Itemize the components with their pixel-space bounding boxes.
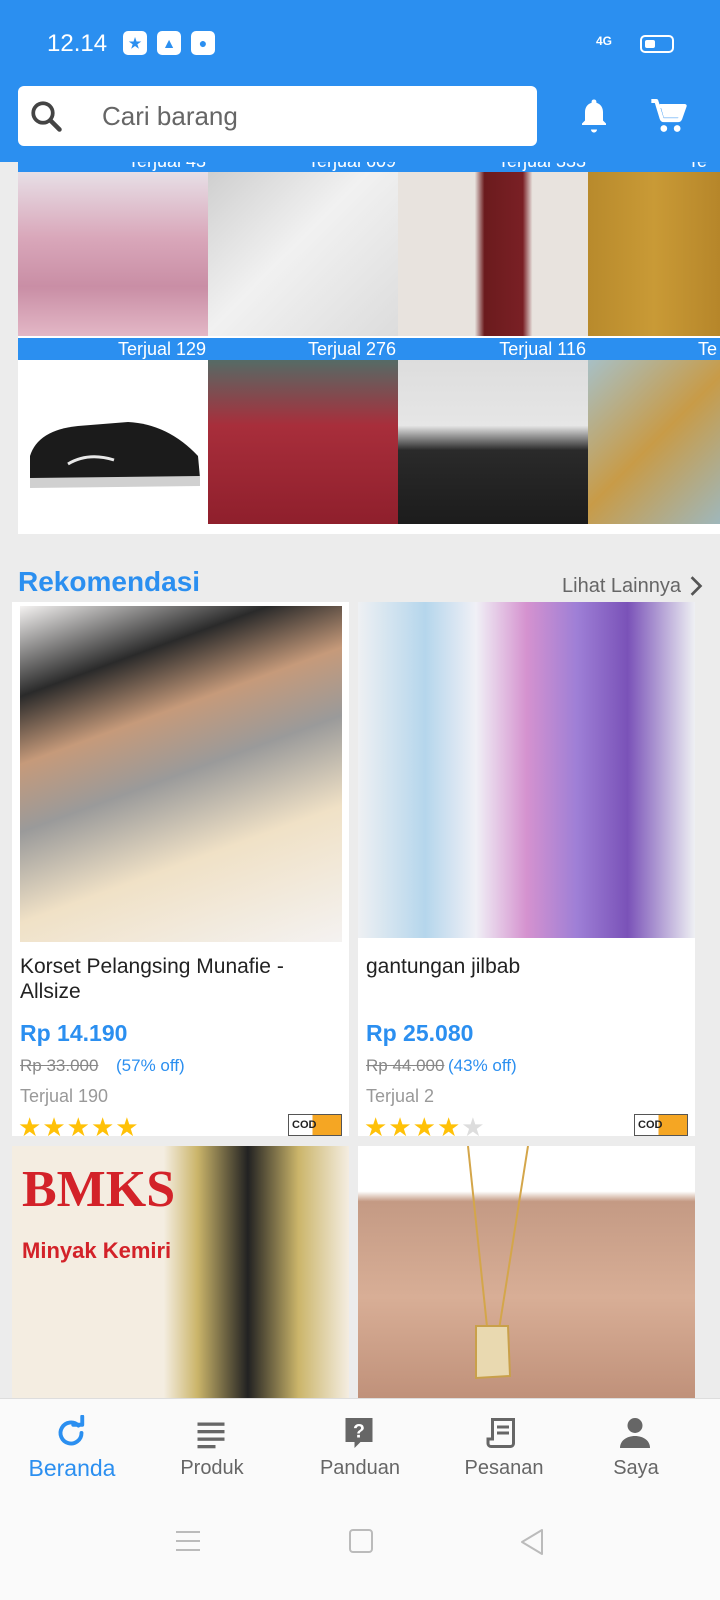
product-tile[interactable]: Terjual 116 bbox=[398, 338, 590, 524]
tile-sold-label: Terjual 116 bbox=[398, 338, 590, 360]
bmks-product-image: BMKS Minyak Kemiri bbox=[12, 1146, 349, 1398]
menu-icon[interactable] bbox=[174, 1528, 202, 1554]
nav-item-panduan[interactable]: ? Panduan bbox=[288, 1399, 432, 1503]
tile-sold-label: Te bbox=[588, 162, 720, 172]
product-sold-count: Terjual 2 bbox=[366, 1086, 435, 1106]
battery-icon bbox=[640, 35, 674, 53]
tile-sold-label: Terjual 333 bbox=[398, 162, 590, 172]
product-card[interactable] bbox=[358, 1146, 695, 1398]
red-cardigan-image bbox=[208, 360, 400, 524]
product-name: gantungan jilbab bbox=[366, 955, 521, 978]
brand-logo-text: BMKS bbox=[22, 1161, 176, 1218]
android-icon: ▲ bbox=[157, 31, 181, 55]
status-bar: 12.14 ★ ▲ ● 4G bbox=[0, 0, 720, 84]
record-app-icon: ● bbox=[191, 31, 215, 55]
product-old-price: Rp 44.000 bbox=[366, 1056, 445, 1075]
korset-product-image bbox=[20, 606, 342, 942]
tile-sold-label: Terjual 43 bbox=[18, 162, 210, 172]
product-discount: (43% off) bbox=[448, 1056, 517, 1075]
star-icon: ★ bbox=[42, 1112, 67, 1136]
app-header: 12.14 ★ ▲ ● 4G bbox=[0, 0, 720, 162]
star-icon: ★ bbox=[364, 1112, 389, 1136]
product-sold-count: Terjual 190 bbox=[20, 1086, 109, 1106]
rating-stars: ★★★★★ bbox=[364, 1112, 486, 1136]
receipt-icon bbox=[486, 1418, 515, 1448]
product-card[interactable]: BMKS Minyak Kemiri bbox=[12, 1146, 349, 1398]
star-icon: ★ bbox=[90, 1112, 116, 1136]
list-icon bbox=[197, 1422, 225, 1449]
nav-label: Saya bbox=[613, 1457, 659, 1479]
nav-item-beranda[interactable]: Beranda bbox=[0, 1399, 144, 1503]
perfume-bottles-image bbox=[588, 360, 720, 524]
tile-sold-label: Te bbox=[588, 338, 720, 360]
nav-label: Panduan bbox=[319, 1457, 401, 1479]
search-icon bbox=[31, 101, 62, 132]
bottom-navigation: Beranda Produk ? Panduan Pesanan Saya bbox=[0, 1398, 720, 1502]
maroon-dress-image bbox=[398, 172, 590, 336]
refresh-icon bbox=[58, 1415, 85, 1446]
star-icon: ★ bbox=[412, 1112, 437, 1136]
product-tile[interactable]: Terjual 333 bbox=[398, 162, 590, 336]
cod-badge: COD bbox=[288, 1114, 342, 1136]
white-sneakers-image bbox=[208, 172, 400, 336]
product-price: Rp 14.190 bbox=[20, 1020, 128, 1046]
product-card[interactable]: gantungan jilbab Rp 25.080 Rp 44.000 (43… bbox=[358, 602, 695, 1136]
product-tile[interactable]: Terjual 129 bbox=[18, 338, 210, 524]
product-price: Rp 25.080 bbox=[366, 1020, 474, 1046]
product-tile[interactable]: Terjual 609 bbox=[208, 162, 400, 336]
nav-label: Produk bbox=[180, 1457, 244, 1479]
tile-sold-label: Terjual 609 bbox=[208, 162, 400, 172]
cart-icon[interactable] bbox=[648, 96, 688, 136]
status-time: 12.14 bbox=[47, 30, 108, 57]
rating-stars: ★★★★★ bbox=[18, 1112, 140, 1136]
chevron-right-icon[interactable] bbox=[688, 575, 704, 597]
product-name: Korset Pelangsing Munafie - Allsize bbox=[20, 955, 284, 1003]
product-card[interactable]: Korset Pelangsing Munafie - Allsize Rp 1… bbox=[12, 602, 349, 1136]
star-app-icon: ★ bbox=[123, 31, 147, 55]
product-tile[interactable]: Te bbox=[588, 162, 720, 336]
see-more-link[interactable]: Lihat Lainnya bbox=[562, 575, 681, 598]
product-tile[interactable]: Terjual 43 bbox=[18, 162, 210, 336]
nav-item-produk[interactable]: Produk bbox=[140, 1399, 284, 1503]
nav-label: Beranda bbox=[28, 1455, 116, 1481]
star-icon: ★ bbox=[388, 1112, 413, 1136]
gold-necklace-image bbox=[358, 1146, 695, 1398]
nav-item-saya[interactable]: Saya bbox=[564, 1399, 708, 1503]
product-tagline: Minyak Kemiri bbox=[22, 1238, 172, 1263]
search-input[interactable] bbox=[102, 100, 522, 132]
help-icon: ? bbox=[345, 1418, 373, 1448]
nav-item-pesanan[interactable]: Pesanan bbox=[432, 1399, 576, 1503]
home-icon[interactable] bbox=[348, 1528, 374, 1554]
svg-text:?: ? bbox=[353, 1421, 365, 1443]
black-shoes-image bbox=[18, 360, 210, 524]
star-icon: ★ bbox=[115, 1112, 140, 1136]
pink-dress-image bbox=[18, 172, 210, 336]
star-icon: ★ bbox=[436, 1112, 462, 1136]
hijab-hanger-image bbox=[358, 602, 695, 938]
back-icon[interactable] bbox=[518, 1528, 546, 1556]
search-bar[interactable] bbox=[18, 86, 537, 146]
black-handbag-image bbox=[398, 360, 590, 524]
star-empty-icon: ★ bbox=[461, 1112, 486, 1136]
person-icon bbox=[620, 1418, 650, 1448]
product-tile[interactable]: Te bbox=[588, 338, 720, 524]
nav-label: Pesanan bbox=[464, 1457, 544, 1479]
mustard-outfit-image bbox=[588, 172, 720, 336]
product-tile[interactable]: Terjual 276 bbox=[208, 338, 400, 524]
system-navigation-bar bbox=[0, 1502, 720, 1600]
product-discount: (57% off) bbox=[116, 1056, 185, 1075]
bell-icon[interactable] bbox=[576, 96, 612, 136]
tile-sold-label: Terjual 276 bbox=[208, 338, 400, 360]
popular-products-grid: Terjual 43 Terjual 609 Terjual 333 Te Te… bbox=[18, 162, 720, 534]
star-icon: ★ bbox=[18, 1112, 43, 1136]
product-old-price: Rp 33.000 bbox=[20, 1056, 99, 1075]
cod-badge: COD bbox=[634, 1114, 688, 1136]
network-indicator: 4G bbox=[596, 34, 613, 48]
star-icon: ★ bbox=[66, 1112, 91, 1136]
section-title: Rekomendasi bbox=[18, 566, 201, 597]
tile-sold-label: Terjual 129 bbox=[18, 338, 210, 360]
